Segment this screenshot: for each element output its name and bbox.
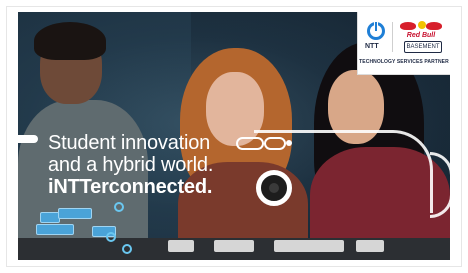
redbull-logo-icon (398, 20, 444, 32)
ui-node-icon (122, 244, 132, 254)
dial-ring-icon (256, 170, 292, 206)
connector-arc-icon (430, 152, 450, 218)
ntt-logo-icon (367, 21, 385, 40)
hero-banner[interactable]: Student innovation and a hybrid world. i… (18, 12, 450, 260)
ui-tag-icon (40, 212, 60, 223)
ui-tag-icon (58, 208, 92, 219)
headline-tagline: iNTTerconnected. (48, 176, 213, 198)
partner-label: TECHNOLOGY SERVICES PARTNER (359, 59, 449, 65)
ui-tag-icon (36, 224, 74, 235)
ntt-logo-text: NTT (365, 43, 379, 50)
basement-logo-text: BASEMENT (404, 41, 442, 53)
logo-divider (392, 22, 393, 52)
headline-line-1: Student innovation (48, 132, 211, 154)
student-left-hair (34, 22, 106, 60)
redbull-logo-text: Red Bull (406, 32, 436, 39)
partner-logo-box: NTT Red Bull BASEMENT TECHNOLOGY SERVICE… (357, 12, 450, 75)
headline: Student innovation and a hybrid world. i… (48, 132, 213, 198)
robot-kit-3 (274, 240, 344, 252)
ui-node-icon (114, 202, 124, 212)
robot-kit-1 (168, 240, 194, 252)
headline-line-2: and a hybrid world. (48, 154, 214, 176)
ui-node-icon (106, 232, 116, 242)
robot-kit-4 (356, 240, 384, 252)
accent-bar-icon (18, 135, 38, 143)
robot-kit-2 (214, 240, 254, 252)
